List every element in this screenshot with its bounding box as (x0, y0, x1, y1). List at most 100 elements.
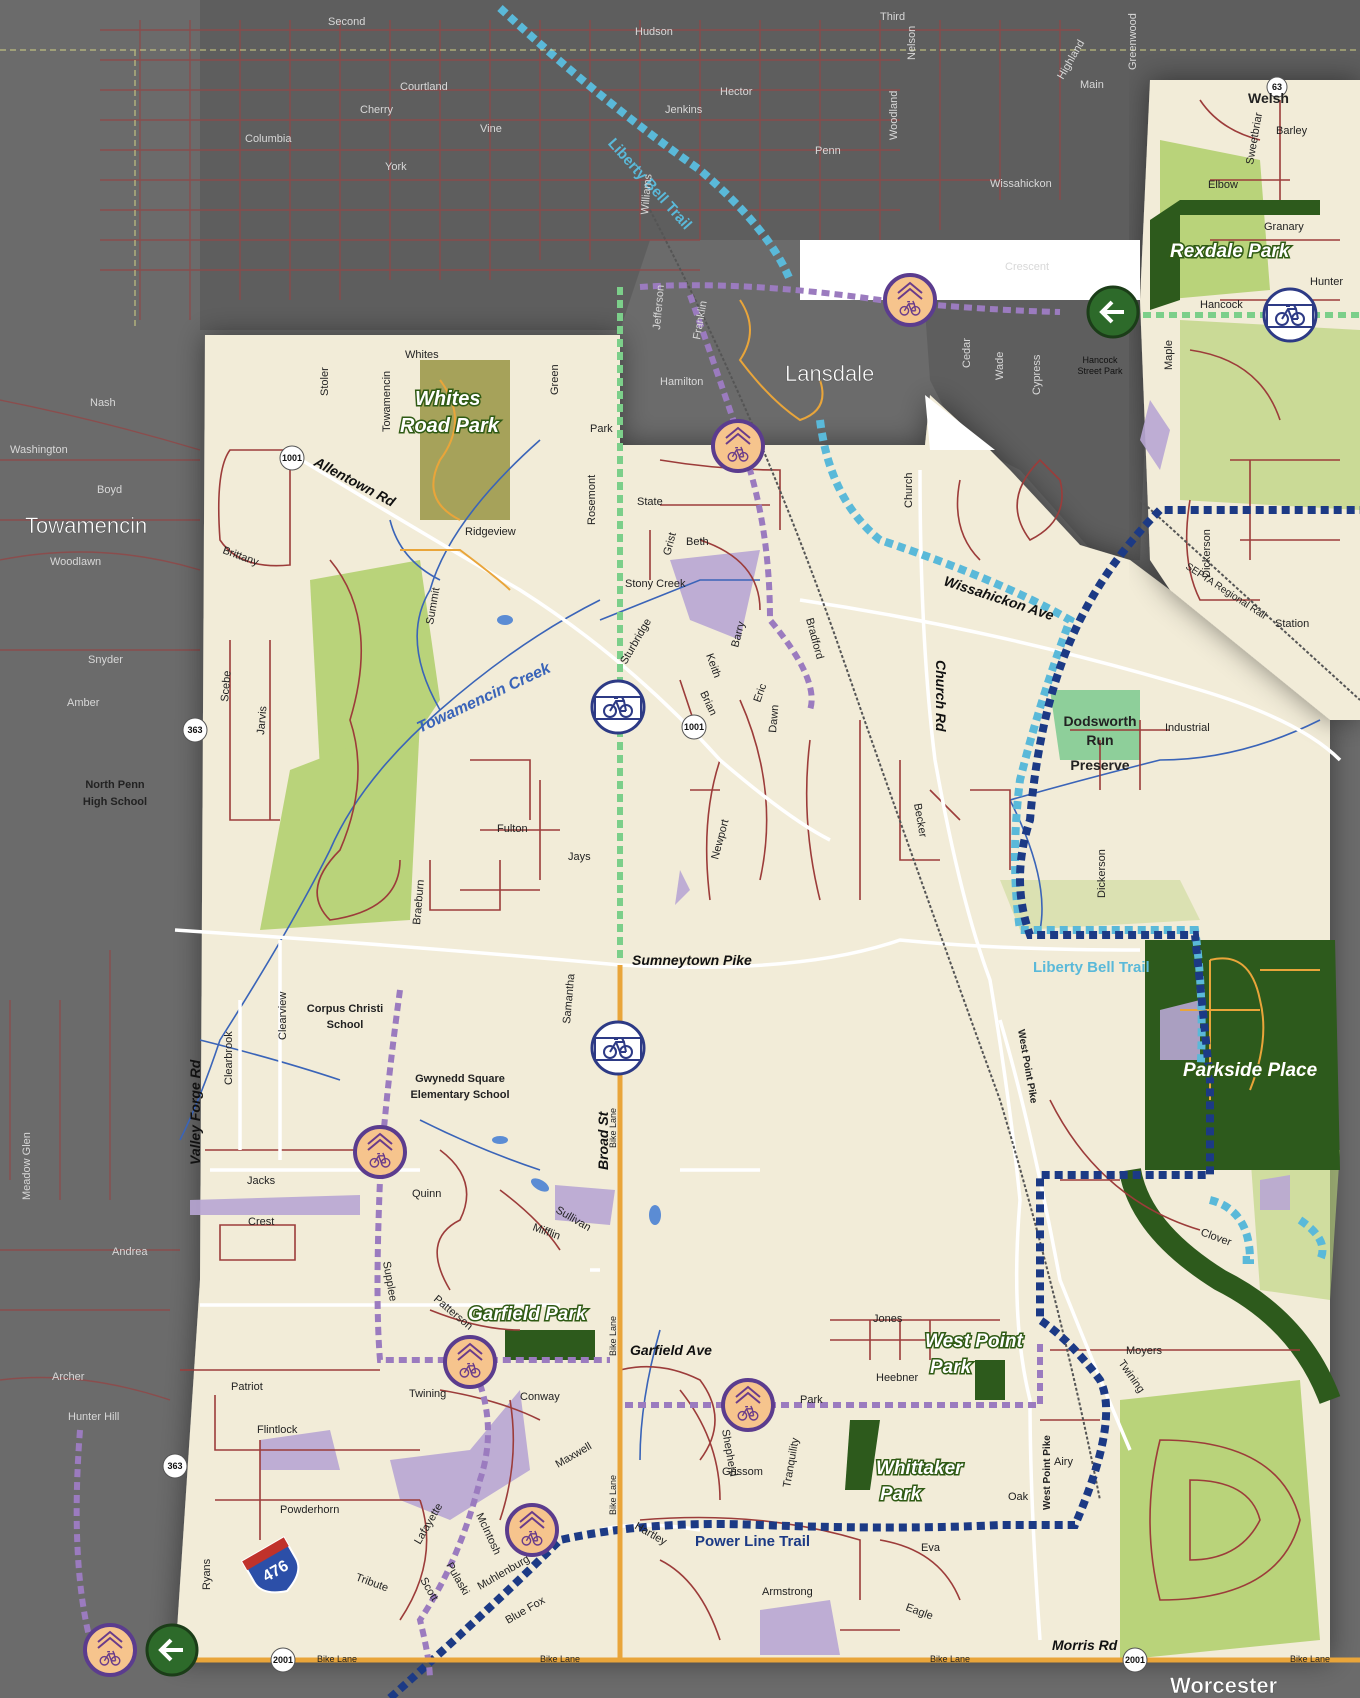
street-label: Stoler (319, 367, 331, 396)
street-label: Park (800, 1394, 823, 1406)
street-label: Woodlawn (50, 556, 101, 568)
bike-lane-icon[interactable] (1262, 287, 1318, 343)
street-label: Park (590, 423, 613, 435)
street-label: Woodland (888, 91, 900, 140)
street-label: Cherry (360, 104, 394, 116)
hancock-street-park-label-1: Hancock (1082, 355, 1118, 365)
street-label: Rosemont (586, 475, 598, 525)
trail-arrow-icon[interactable] (1086, 285, 1140, 339)
street-label: Columbia (245, 133, 292, 145)
street-label: Fulton (497, 823, 528, 835)
street-label: Twining (409, 1388, 446, 1400)
svg-text:2001: 2001 (273, 1655, 293, 1665)
bike-lane-icon[interactable] (590, 679, 646, 735)
street-label: Whites (405, 349, 439, 361)
bike-lane-icon[interactable] (590, 1020, 646, 1076)
dodsworth-label-1: Dodsworth (1063, 713, 1136, 729)
street-label: State (637, 496, 663, 508)
street-label: Greenwood (1127, 13, 1139, 70)
svg-text:363: 363 (167, 1461, 182, 1471)
sharrow-bike-icon[interactable] (711, 419, 765, 473)
rexdale-park-label: Rexdale Park (1170, 241, 1291, 262)
street-label: Grissom (722, 1466, 763, 1478)
street-label: Clearbrook (223, 1031, 235, 1085)
gwynedd-square-label-2: Elementary School (410, 1089, 509, 1101)
svg-text:363: 363 (187, 725, 202, 735)
street-label: Jarvis (255, 705, 270, 735)
street-label: Jenkins (665, 104, 703, 116)
street-label: Stony Creek (625, 578, 686, 590)
bike-lane-label: Bike Lane (608, 1316, 618, 1356)
street-label: Jacks (247, 1175, 276, 1187)
sharrow-bike-icon[interactable] (721, 1378, 775, 1432)
route-shield-icon: 2001 (1122, 1647, 1148, 1673)
svg-text:2001: 2001 (1125, 1655, 1145, 1665)
street-label: Patriot (231, 1381, 263, 1393)
sharrow-bike-icon[interactable] (883, 273, 937, 327)
street-label: Vine (480, 123, 502, 135)
street-label: Crescent (1005, 261, 1049, 273)
whittaker-park-label-2: Park (880, 1484, 923, 1505)
power-line-trail-label: Power Line Trail (695, 1533, 810, 1550)
street-label: Eva (921, 1542, 941, 1554)
street-label: Elbow (1208, 179, 1238, 191)
route-shield-icon: 1001 (279, 445, 305, 471)
street-label: Airy (1054, 1456, 1073, 1468)
street-label: Hunter (1310, 276, 1343, 288)
street-label: Green (549, 364, 561, 395)
street-label: Cedar (961, 338, 973, 368)
whites-road-park-area (420, 360, 510, 520)
street-label: Hudson (635, 26, 673, 38)
street-label: Hamilton (660, 376, 703, 388)
dodsworth-label-2: Run (1086, 732, 1113, 748)
street-label: Clearview (277, 992, 289, 1040)
street-label: Wissahickon (990, 178, 1052, 190)
street-label: Ryans (201, 1558, 213, 1590)
street-label: Jays (568, 851, 591, 863)
broad-st-label: Broad St (595, 1110, 611, 1170)
street-label: Station (1275, 618, 1309, 630)
west-point-park-label-1: West Point (925, 1331, 1023, 1352)
route-shield-icon: 1001 (681, 714, 707, 740)
street-label: Towamencin (381, 371, 393, 432)
whites-road-park-label-2: Road Park (400, 415, 500, 437)
street-label: Nelson (906, 26, 918, 60)
lansdale-label: Lansdale (785, 361, 874, 386)
street-label: Armstrong (762, 1586, 813, 1598)
gwynedd-square-label-1: Gwynedd Square (415, 1073, 505, 1085)
corpus-christi-label-1: Corpus Christi (307, 1003, 383, 1015)
street-label: Moyers (1126, 1345, 1163, 1357)
street-label: Cypress (1031, 354, 1043, 395)
church-rd-label: Church Rd (933, 660, 949, 732)
street-label: Maple (1163, 340, 1175, 370)
street-label: Second (328, 16, 365, 28)
worcester-label: Worcester (1170, 1673, 1278, 1698)
street-label: Jones (873, 1313, 903, 1325)
west-point-park-label-2: Park (930, 1357, 973, 1378)
street-label: Industrial (1165, 722, 1210, 734)
whites-road-park-label-1: Whites (415, 388, 481, 410)
bike-lane-label: Bike Lane (608, 1475, 618, 1515)
sharrow-bike-icon[interactable] (443, 1335, 497, 1389)
sharrow-bike-icon[interactable] (505, 1503, 559, 1557)
street-label: Quinn (412, 1188, 441, 1200)
street-label: Powderhorn (280, 1504, 339, 1516)
route-shield-icon: 2001 (270, 1647, 296, 1673)
sharrow-bike-icon[interactable] (353, 1125, 407, 1179)
street-label: Barley (1276, 125, 1308, 137)
liberty-bell-trail-label: Liberty Bell Trail (1033, 959, 1150, 976)
north-penn-label-2: High School (83, 796, 147, 808)
dodsworth-label-3: Preserve (1070, 757, 1129, 773)
map-canvas: 476 1001 1001 363 363 2001 2001 63 Towam… (0, 0, 1360, 1698)
sumneytown-pike-label: Sumneytown Pike (632, 952, 752, 968)
whittaker-park-label-1: Whittaker (876, 1458, 964, 1479)
street-label: Nash (90, 397, 116, 409)
street-label: Beth (686, 536, 709, 548)
street-label: Archer (52, 1371, 85, 1383)
street-label: Welsh (1248, 90, 1289, 106)
west-point-pike-label-south: West Point Pike (1042, 1435, 1053, 1510)
sharrow-bike-icon[interactable] (83, 1623, 137, 1677)
corpus-christi-label-2: School (327, 1019, 364, 1031)
trail-arrow-icon[interactable] (145, 1623, 199, 1677)
street-label: Hancock (1200, 299, 1243, 311)
